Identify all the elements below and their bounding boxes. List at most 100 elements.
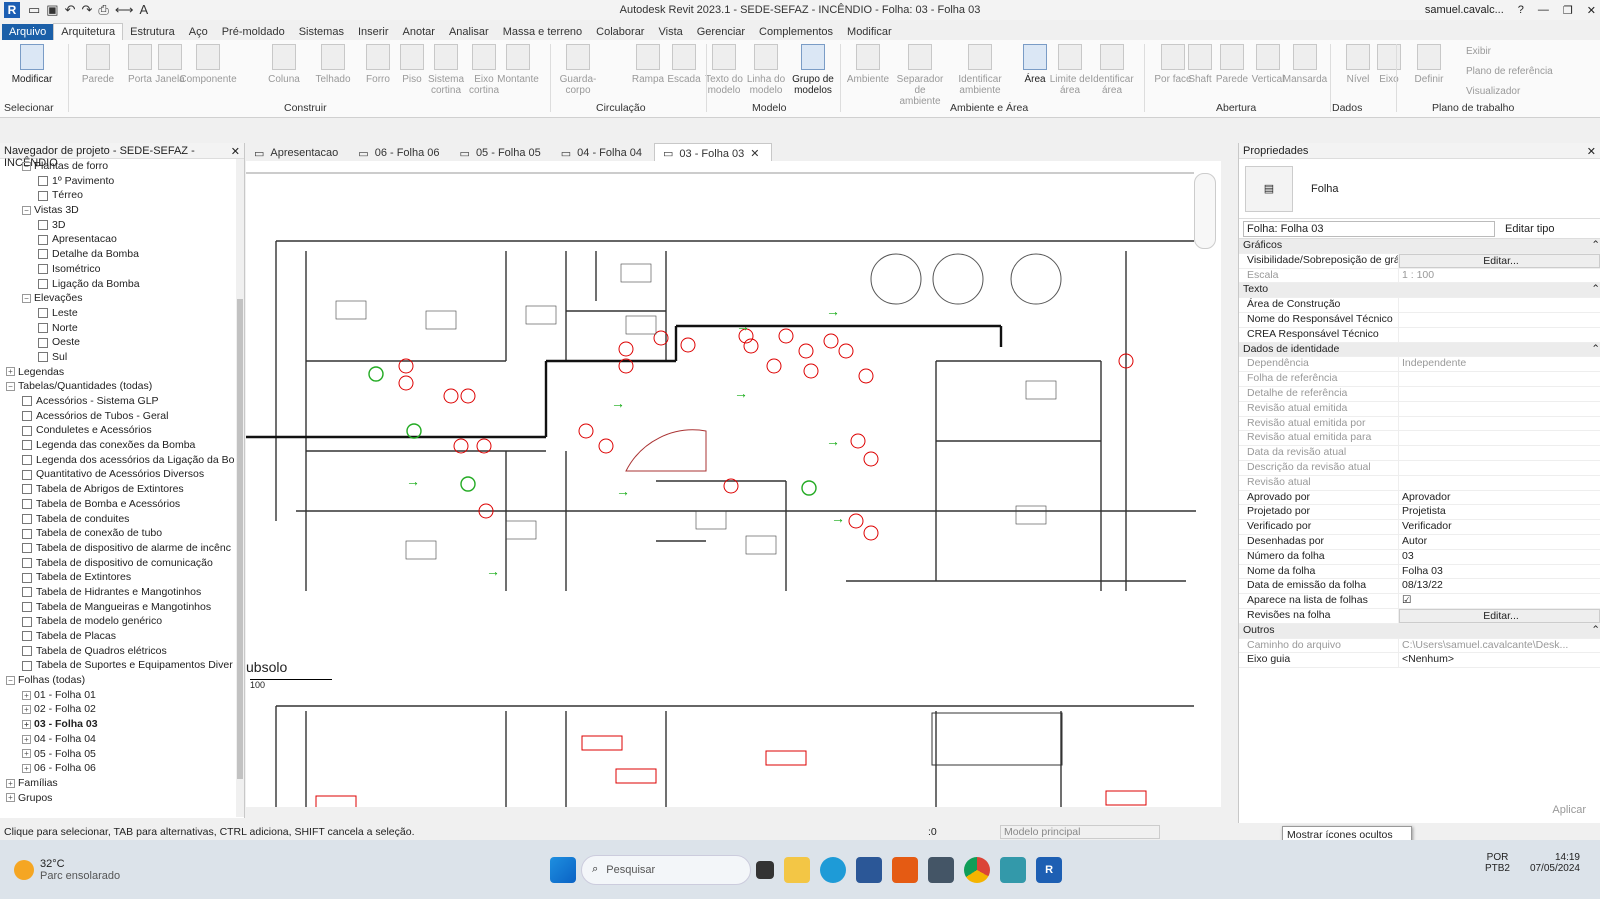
browser-node[interactable]: − Plantas de forro xyxy=(0,159,236,174)
ribbon-button-0[interactable]: Modificar xyxy=(10,44,54,85)
ribbon-button-28[interactable]: Mansarda xyxy=(1283,44,1327,85)
browser-node[interactable]: + Legendas xyxy=(0,365,236,380)
tab-7[interactable]: Anotar xyxy=(396,24,442,40)
browser-node[interactable]: Legenda dos acessórios da Ligação da Bo xyxy=(0,453,236,468)
property-group[interactable]: Outros ⌃ xyxy=(1239,623,1600,639)
file-explorer-icon[interactable] xyxy=(784,856,811,883)
browser-node[interactable]: Tabela de conexão de tubo xyxy=(0,526,236,541)
instance-selector[interactable]: Folha: Folha 03 xyxy=(1243,220,1495,237)
minimize-button[interactable]: — xyxy=(1538,4,1549,16)
browser-node[interactable]: Leste xyxy=(0,306,236,321)
tab-1[interactable]: Arquitetura xyxy=(53,23,124,40)
ribbon-button-30[interactable]: Eixo xyxy=(1367,44,1411,85)
weather-widget[interactable]: 32°C Parc ensolarado xyxy=(14,858,120,882)
ribbon-button-31[interactable]: Definir xyxy=(1407,44,1451,85)
browser-node[interactable]: − Elevações xyxy=(0,291,236,306)
browser-node[interactable]: +01 - Folha 01 xyxy=(0,688,236,703)
browser-scrollbar[interactable] xyxy=(236,159,244,817)
text-icon[interactable]: A xyxy=(139,2,148,18)
property-value[interactable] xyxy=(1399,372,1600,386)
expand-toggle-icon[interactable]: + xyxy=(22,690,31,700)
clock[interactable]: 14:19 07/05/2024 xyxy=(1530,852,1580,874)
browser-node[interactable]: Tabela de Bomba e Acessórios xyxy=(0,497,236,512)
tab-14[interactable]: Modificar xyxy=(840,24,899,40)
expand-toggle-icon[interactable]: + xyxy=(22,705,31,715)
print-icon[interactable]: ⎙ xyxy=(98,2,108,18)
browser-node[interactable]: +02 - Folha 02 xyxy=(0,702,236,717)
browser-node[interactable]: Tabela de conduites xyxy=(0,512,236,527)
property-value[interactable]: 03 xyxy=(1399,550,1600,564)
ribbon-button-14[interactable]: Escada xyxy=(662,44,706,85)
browser-node[interactable]: Tabela de Hidrantes e Mangotinhos xyxy=(0,585,236,600)
expand-toggle-icon[interactable]: − xyxy=(22,205,31,215)
browser-node[interactable]: Norte xyxy=(0,321,236,336)
browser-node[interactable]: Tabela de Mangueiras e Mangotinhos xyxy=(0,600,236,615)
ribbon-button-12[interactable]: Guarda-corpo xyxy=(556,44,600,96)
browser-node[interactable]: Detalhe da Bomba xyxy=(0,247,236,262)
tab-0[interactable]: Arquivo xyxy=(2,24,54,40)
doc-tab[interactable]: ▭ 03 - Folha 03 ✕ xyxy=(654,143,773,161)
language-indicator[interactable]: POR PTB2 xyxy=(1485,852,1510,874)
tab-11[interactable]: Vista xyxy=(651,24,689,40)
browser-node[interactable]: +05 - Folha 05 xyxy=(0,747,236,762)
measure-icon[interactable]: ⟷ xyxy=(115,2,134,18)
help-icon[interactable]: ? xyxy=(1518,4,1524,16)
browser-node[interactable]: 1º Pavimento xyxy=(0,174,236,189)
ribbon-button-16[interactable]: Linha do modelo xyxy=(744,44,788,96)
ribbon-button-23[interactable]: Identificar área xyxy=(1090,44,1134,96)
navigation-wheel-icon[interactable] xyxy=(1194,173,1216,249)
browser-node[interactable]: − Folhas (todas) xyxy=(0,673,236,688)
browser-node[interactable]: − Vistas 3D xyxy=(0,203,236,218)
expand-toggle-icon[interactable]: + xyxy=(22,764,31,774)
property-value[interactable]: Editar... xyxy=(1399,253,1600,268)
property-value[interactable] xyxy=(1399,476,1600,490)
expand-toggle-icon[interactable]: − xyxy=(6,382,15,392)
tab-6[interactable]: Inserir xyxy=(351,24,396,40)
browser-node[interactable]: Tabela de Abrigos de Extintores xyxy=(0,482,236,497)
task-view-icon[interactable] xyxy=(756,860,775,879)
browser-node[interactable]: Tabela de Extintores xyxy=(0,570,236,585)
tab-13[interactable]: Complementos xyxy=(752,24,840,40)
browser-node[interactable]: Quantitativo de Acessórios Diversos xyxy=(0,467,236,482)
browser-node[interactable]: Tabela de Placas xyxy=(0,629,236,644)
save-icon[interactable]: ▣ xyxy=(46,2,58,18)
property-value[interactable] xyxy=(1399,298,1600,312)
tab-12[interactable]: Gerenciar xyxy=(690,24,752,40)
property-value[interactable] xyxy=(1399,387,1600,401)
browser-node[interactable]: +04 - Folha 04 xyxy=(0,732,236,747)
expand-toggle-icon[interactable]: + xyxy=(6,778,15,788)
expand-toggle-icon[interactable]: − xyxy=(22,294,31,304)
browser-node[interactable]: Ligação da Bomba xyxy=(0,277,236,292)
chrome-icon[interactable] xyxy=(964,856,991,883)
undo-icon[interactable]: ↶ xyxy=(65,2,76,18)
expand-toggle-icon[interactable]: + xyxy=(22,734,31,744)
ribbon-button-20[interactable]: Identificar ambiente xyxy=(958,44,1002,96)
property-value[interactable]: Projetista xyxy=(1399,505,1600,519)
property-value[interactable]: 08/13/22 xyxy=(1399,579,1600,593)
ribbon-button-18[interactable]: Ambiente xyxy=(846,44,890,85)
expand-toggle-icon[interactable]: − xyxy=(6,675,15,685)
doc-tab[interactable]: ▭ Apresentacao xyxy=(246,143,350,161)
close-tab-icon[interactable]: ✕ xyxy=(750,147,759,160)
browser-node[interactable]: Tabela de Quadros elétricos xyxy=(0,644,236,659)
tab-9[interactable]: Massa e terreno xyxy=(496,24,589,40)
close-icon[interactable]: ✕ xyxy=(231,145,240,158)
property-value[interactable]: C:\Users\samuel.cavalcante\Desk... xyxy=(1399,639,1600,653)
user-name[interactable]: samuel.cavalc... xyxy=(1425,4,1504,16)
browser-node[interactable]: +06 - Folha 06 xyxy=(0,761,236,776)
doc-tab[interactable]: ▭ 04 - Folha 04 xyxy=(553,143,654,161)
property-value[interactable] xyxy=(1399,417,1600,431)
apply-button[interactable]: Aplicar xyxy=(1552,804,1586,816)
browser-node[interactable]: Tabela de modelo genérico xyxy=(0,614,236,629)
ribbon-button-1[interactable]: Parede xyxy=(76,44,120,85)
design-option-select[interactable]: Modelo principal xyxy=(1000,824,1160,839)
expand-toggle-icon[interactable]: − xyxy=(22,161,31,171)
redo-icon[interactable]: ↷ xyxy=(82,2,93,18)
property-value[interactable] xyxy=(1399,313,1600,327)
browser-node[interactable]: − Tabelas/Quantidades (todas) xyxy=(0,379,236,394)
collapse-icon[interactable]: ⌃ xyxy=(1591,343,1600,357)
expand-toggle-icon[interactable]: + xyxy=(22,749,31,759)
tab-8[interactable]: Analisar xyxy=(442,24,496,40)
ribbon-button-15[interactable]: Texto do modelo xyxy=(702,44,746,96)
ribbon-button-17[interactable]: Grupo de modelos xyxy=(791,44,835,96)
